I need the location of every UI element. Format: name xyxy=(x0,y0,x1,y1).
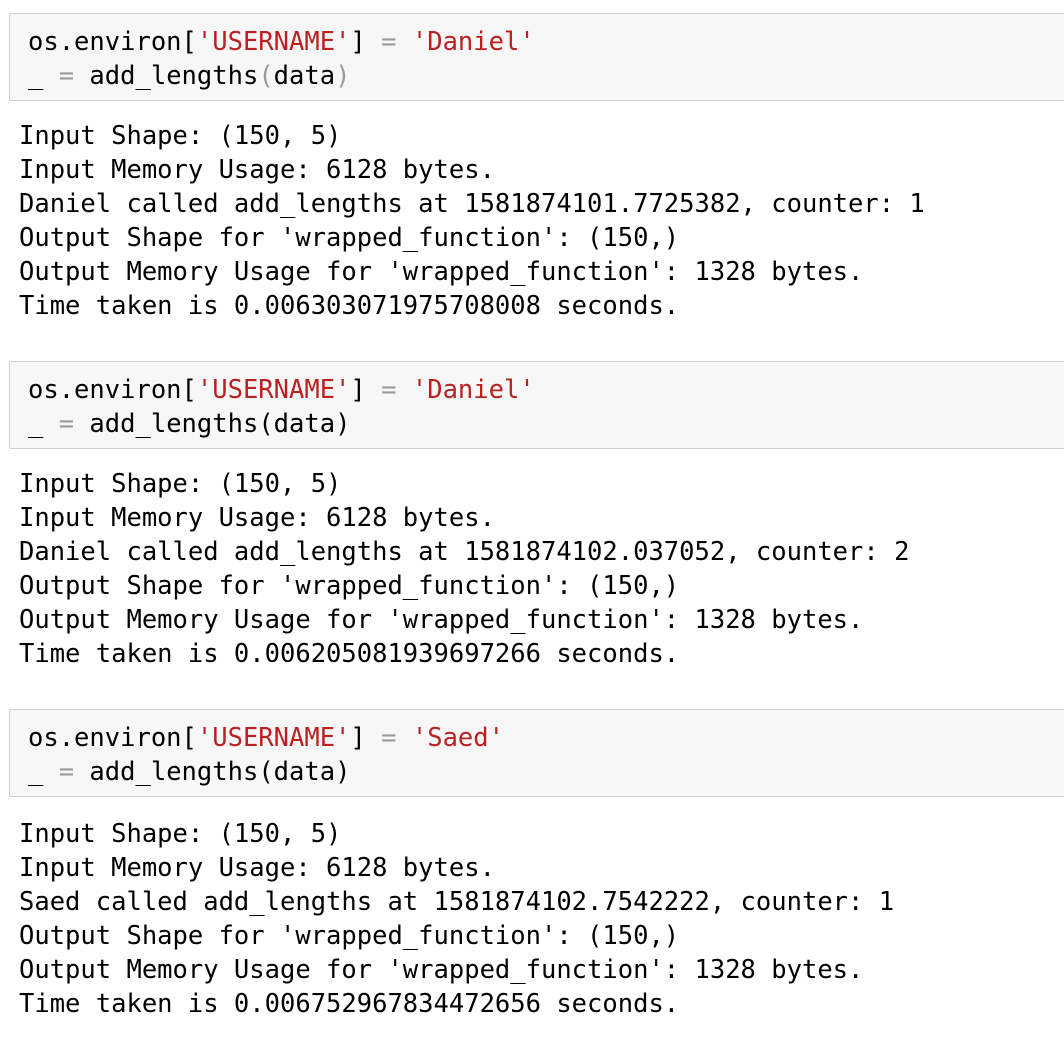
code-input-area-2[interactable]: os.environ['USERNAME'] = 'Daniel' _ = ad… xyxy=(9,361,1064,449)
code-arg: data xyxy=(273,757,336,787)
code-prefix: os.environ[ xyxy=(28,375,197,405)
code-bracket: ] xyxy=(350,723,382,753)
code-arg: data xyxy=(273,61,336,91)
code-arg: data xyxy=(273,409,336,439)
code-line-2: _ = add_lengths(data) xyxy=(28,755,350,789)
code-string-key: 'USERNAME' xyxy=(196,27,351,57)
output-line: Input Shape: (150, 5) xyxy=(19,819,342,849)
code-operator: = xyxy=(381,723,397,753)
code-operator: = xyxy=(381,375,397,405)
code-paren-close: ) xyxy=(335,61,351,91)
code-call: add_lengths xyxy=(74,409,259,439)
code-lhs: _ xyxy=(28,757,59,787)
code-operator: = xyxy=(58,409,75,439)
output-line: Input Shape: (150, 5) xyxy=(19,469,342,499)
output-line: Output Shape for 'wrapped_function': (15… xyxy=(19,921,680,951)
output-line: Daniel called add_lengths at 1581874101.… xyxy=(19,189,925,219)
output-line: Output Memory Usage for 'wrapped_functio… xyxy=(19,257,864,287)
output-line: Input Shape: (150, 5) xyxy=(19,121,342,151)
code-input-area-3[interactable]: os.environ['USERNAME'] = 'Saed' _ = add_… xyxy=(9,709,1064,797)
code-bracket: ] xyxy=(350,375,382,405)
code-line-1: os.environ['USERNAME'] = 'Daniel' xyxy=(28,25,535,59)
code-operator: = xyxy=(381,27,397,57)
output-line: Input Memory Usage: 6128 bytes. xyxy=(19,503,495,533)
code-call: add_lengths xyxy=(74,61,259,91)
code-line-1: os.environ['USERNAME'] = 'Saed' xyxy=(28,721,504,755)
output-line: Output Memory Usage for 'wrapped_functio… xyxy=(19,955,864,985)
code-prefix: os.environ[ xyxy=(28,27,197,57)
code-paren-open: ( xyxy=(258,757,274,787)
code-bracket: ] xyxy=(350,27,382,57)
output-line: Output Shape for 'wrapped_function': (15… xyxy=(19,223,680,253)
code-line-2: _ = add_lengths(data) xyxy=(28,59,350,93)
code-paren-open: ( xyxy=(258,61,274,91)
output-line: Time taken is 0.006303071975708008 secon… xyxy=(19,291,680,321)
code-prefix: os.environ[ xyxy=(28,723,197,753)
output-line: Saed called add_lengths at 1581874102.75… xyxy=(19,887,895,917)
code-string-value: 'Daniel' xyxy=(411,375,535,405)
output-line: Daniel called add_lengths at 1581874102.… xyxy=(19,537,910,567)
code-call: add_lengths xyxy=(74,757,259,787)
code-paren-open: ( xyxy=(258,409,274,439)
output-line: Input Memory Usage: 6128 bytes. xyxy=(19,853,495,883)
code-lhs: _ xyxy=(28,409,59,439)
output-line: Output Memory Usage for 'wrapped_functio… xyxy=(19,605,864,635)
code-input-area-1[interactable]: os.environ['USERNAME'] = 'Daniel' _ = ad… xyxy=(9,13,1064,101)
code-string-value: 'Daniel' xyxy=(411,27,535,57)
code-operator: = xyxy=(58,61,75,91)
code-paren-close: ) xyxy=(335,409,351,439)
output-line: Time taken is 0.006752967834472656 secon… xyxy=(19,989,680,1019)
code-string-value: 'Saed' xyxy=(411,723,504,753)
code-lhs: _ xyxy=(28,61,59,91)
code-paren-close: ) xyxy=(335,757,351,787)
output-line: Output Shape for 'wrapped_function': (15… xyxy=(19,571,680,601)
output-line: Time taken is 0.006205081939697266 secon… xyxy=(19,639,680,669)
code-operator: = xyxy=(58,757,75,787)
code-string-key: 'USERNAME' xyxy=(196,723,351,753)
code-line-1: os.environ['USERNAME'] = 'Daniel' xyxy=(28,373,535,407)
output-line: Input Memory Usage: 6128 bytes. xyxy=(19,155,495,185)
code-line-2: _ = add_lengths(data) xyxy=(28,407,350,441)
code-string-key: 'USERNAME' xyxy=(196,375,351,405)
